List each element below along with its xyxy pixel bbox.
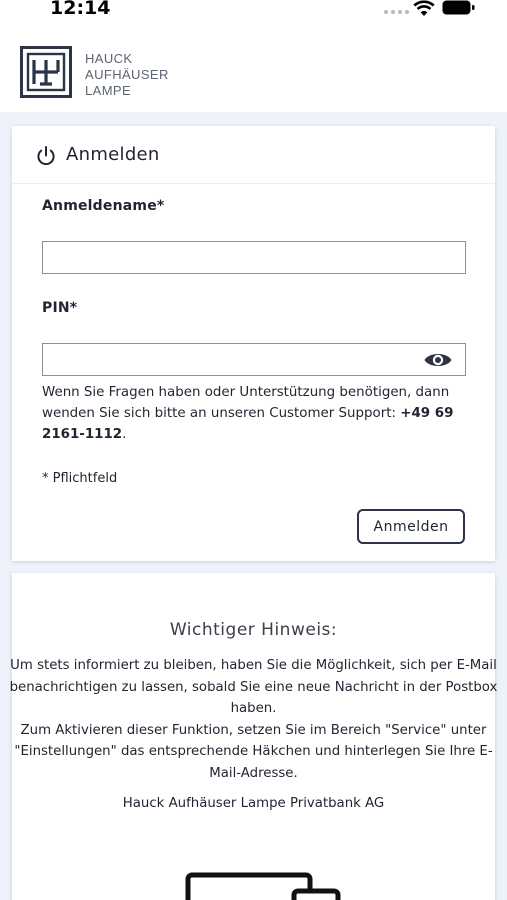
app-header: HAUCK AUFHÄUSER LAMPE xyxy=(0,30,507,114)
support-text-body: Wenn Sie Fragen haben oder Unterstützung… xyxy=(42,385,450,421)
status-time: 12:14 xyxy=(50,0,111,19)
notice-paragraph: Zum Aktivieren dieser Funktion, setzen S… xyxy=(14,722,493,781)
username-input[interactable] xyxy=(42,241,466,274)
brand-line: HAUCK xyxy=(85,51,133,66)
devices-icon xyxy=(185,872,341,900)
battery-icon xyxy=(442,0,475,15)
required-field-note: * Pflichtfeld xyxy=(42,471,118,486)
status-bar: 12:14 xyxy=(0,0,507,24)
app-screen: 12:14 HAUCK AUFHÄUSER LAMPE Anmelden Anm… xyxy=(0,0,507,900)
notice-body: Um stets informiert zu bleiben, haben Si… xyxy=(0,655,507,784)
hal-monogram-logo xyxy=(20,46,72,98)
login-card: Anmelden Anmeldename* PIN* Wenn Sie Frag… xyxy=(12,126,495,561)
username-label: Anmeldename* xyxy=(42,198,165,214)
login-card-header: Anmelden xyxy=(12,126,495,184)
notice-card: Wichtiger Hinweis: Um stets informiert z… xyxy=(10,573,497,900)
login-submit-button[interactable]: Anmelden xyxy=(357,509,465,544)
support-text: Wenn Sie Fragen haben oder Unterstützung… xyxy=(42,382,472,445)
power-icon xyxy=(37,146,55,166)
brand-line: LAMPE xyxy=(85,83,132,98)
login-title: Anmelden xyxy=(66,144,160,165)
wifi-icon xyxy=(413,0,435,16)
pin-input[interactable] xyxy=(42,343,466,376)
notice-paragraph: Um stets informiert zu bleiben, haben Si… xyxy=(9,658,498,716)
notice-company: Hauck Aufhäuser Lampe Privatbank AG xyxy=(122,796,385,811)
brand-line: AUFHÄUSER xyxy=(85,67,169,82)
notice-title: Wichtiger Hinweis: xyxy=(169,620,338,640)
brand-wordmark: HAUCK AUFHÄUSER LAMPE xyxy=(85,51,169,99)
signal-dots-icon xyxy=(384,10,409,14)
pin-label: PIN* xyxy=(42,300,78,316)
support-text-end: . xyxy=(122,427,127,442)
eye-icon[interactable] xyxy=(423,349,453,371)
